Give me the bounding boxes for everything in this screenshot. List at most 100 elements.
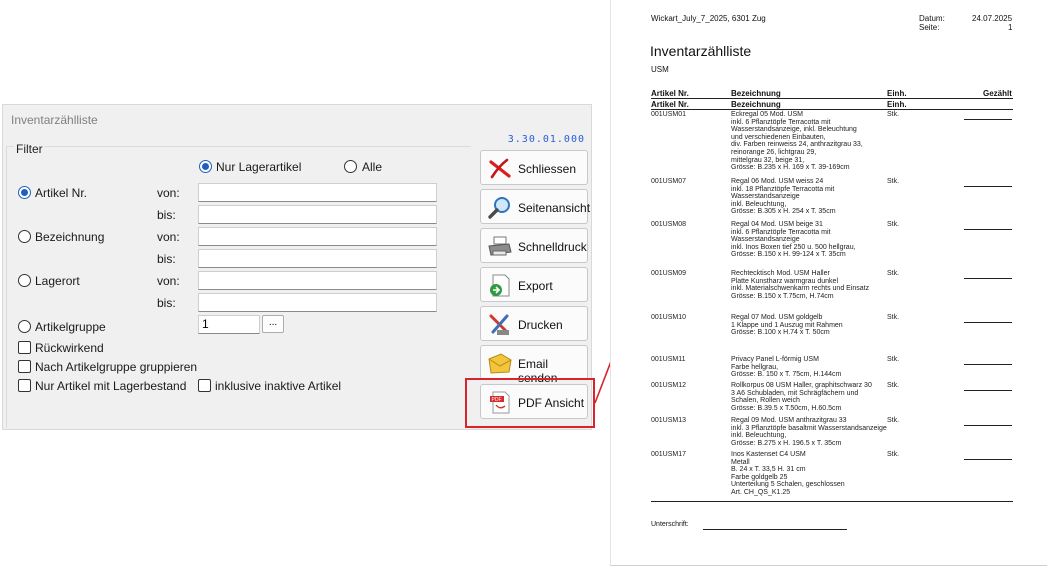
header-bezeichnung: Bezeichnung [731, 89, 781, 98]
header-rule [651, 98, 1013, 99]
item-bezeichnung-line: Grösse: B.39.5 x T.50cm, H.60.5cm [731, 404, 842, 412]
header-einh: Einh. [887, 89, 907, 98]
artikelgruppe-browse-button[interactable]: ... [262, 315, 284, 333]
item-einh: Stk. [887, 417, 900, 424]
item-gezaehlt-line [964, 390, 1012, 391]
bezeichnung-von-input[interactable] [198, 227, 437, 246]
bezeichnung-radio[interactable] [18, 230, 31, 243]
schliessen-button[interactable]: Schliessen [480, 150, 588, 185]
item-bezeichnung-line: Wasserstandsanzeige, inkl. Beleuchtung [731, 126, 857, 134]
report-datum-value: 24.07.2025 [972, 14, 1013, 23]
item-gezaehlt-line [964, 322, 1012, 323]
item-bezeichnung-line: Unterteilung 5 Schalen, geschlossen [731, 481, 845, 489]
unterschrift-label: Unterschrift: [651, 521, 689, 528]
item-artikel-nr: 001USM12 [651, 382, 687, 389]
seitenansicht-button[interactable]: Seitenansicht [480, 189, 591, 224]
dialog-title: Inventarzählliste [11, 113, 98, 127]
lagerort-radio[interactable] [18, 274, 31, 287]
artikel-von-input[interactable] [198, 183, 437, 202]
gruppieren-checkbox[interactable] [18, 360, 31, 373]
tools-icon [489, 314, 509, 335]
item-artikel-nr: 001USM11 [651, 356, 686, 363]
footer-rule [651, 501, 1013, 502]
item-bezeichnung: Inos Kastenset C4 USM Metall B. 24 x T. 33… [731, 451, 845, 497]
item-einh: Stk. [887, 451, 900, 458]
artikel-von-label: von: [157, 186, 180, 200]
item-bezeichnung-line: inkl. 6 Pflanztöpfe Terracotta mit [731, 118, 831, 126]
schnelldruck-button[interactable]: Schnelldruck [480, 228, 588, 263]
artikel-bis-input[interactable] [198, 205, 437, 224]
report-datum-label: Datum: [919, 14, 945, 23]
email-senden-button[interactable]: Email senden [480, 345, 588, 385]
drucken-label: Drucken [518, 318, 563, 332]
item-bezeichnung-line: Farbe goldgelb 25 [731, 473, 788, 481]
item-bezeichnung-line: Eckregal 05 Mod. USM [731, 111, 803, 118]
inaktive-label: inklusive inaktive Artikel [215, 379, 342, 393]
printer-icon [488, 236, 512, 256]
artikel-bis-label: bis: [157, 208, 176, 222]
item-gezaehlt-line [964, 229, 1012, 230]
item-bezeichnung: Regal 04 Mod. USM beige 31 inkl. 6 Pflanz… [731, 221, 856, 259]
export-button[interactable]: Export [480, 267, 588, 302]
item-einh: Stk. [887, 270, 900, 277]
item-bezeichnung-line: inkl. 6 Pflanztöpfe Terracotta mit [731, 228, 831, 236]
close-x-icon [489, 158, 511, 179]
item-bezeichnung-line: B. 24 x T. 33,5 H. 31 cm [731, 466, 806, 474]
version-label: 3.30.01.000 [507, 134, 585, 145]
item-bezeichnung-line: Regal 06 Mod. USM weiss 24 [731, 178, 824, 185]
item-bezeichnung-line: Grösse: B. 150 x T. 75cm, H.144cm [731, 371, 842, 379]
report-company: Wickart_July_7_2025, 6301 Zug [651, 14, 766, 23]
item-artikel-nr: 001USM07 [651, 178, 687, 185]
item-bezeichnung-line: Regal 07 Mod. USM goldgelb [731, 314, 823, 321]
alle-label: Alle [362, 160, 383, 174]
rueckwirkend-label: Rückwirkend [35, 341, 104, 355]
report-page: Wickart_July_7_2025, 6301 Zug Datum: 24.… [610, 0, 1047, 566]
item-bezeichnung: Rechtecktisch Mod. USM Haller Platte Kuns… [731, 270, 869, 300]
alle-radio[interactable] [344, 160, 357, 173]
report-subtitle: USM [651, 65, 669, 74]
item-artikel-nr: 001USM01 [651, 111, 687, 118]
schnelldruck-label: Schnelldruck [518, 240, 587, 254]
item-gezaehlt-line [964, 278, 1012, 279]
item-bezeichnung-line: inkl. Inos Boxen tief 250 u. 500 hellgra… [731, 243, 856, 251]
artikelgruppe-radio[interactable] [18, 320, 31, 333]
header-einh-2: Einh. [887, 100, 907, 109]
lagerort-von-label: von: [157, 274, 180, 288]
inaktive-checkbox[interactable] [198, 379, 211, 392]
item-bezeichnung-line: inkl. Beleuchtung, [731, 200, 787, 208]
item-bezeichnung-line: inkl. Beleuchtung, [731, 432, 787, 440]
item-bezeichnung-line: Grösse: B.275 x H. 196.5 x T. 35cm [731, 439, 842, 447]
item-bezeichnung-line: Rollkorpus 08 USM Haller, graphitschwarz… [731, 382, 872, 389]
item-bezeichnung-line: Grösse: B.100 x H.74 x T. 50cm [731, 329, 830, 337]
item-bezeichnung-line: mittelgrau 32, beige 31, [731, 156, 805, 164]
drucken-button[interactable]: Drucken [480, 306, 588, 341]
item-bezeichnung-line: Schalen, Rollen weich [731, 397, 800, 405]
artikelgruppe-input[interactable]: 1 [198, 315, 260, 334]
lagerort-von-input[interactable] [198, 271, 437, 290]
lagerort-bis-input[interactable] [198, 293, 437, 312]
unterschrift-line [703, 529, 847, 530]
item-artikel-nr: 001USM13 [651, 417, 687, 424]
item-artikel-nr: 001USM08 [651, 221, 687, 228]
item-einh: Stk. [887, 314, 900, 321]
nur-lagerartikel-radio[interactable] [199, 160, 212, 173]
item-bezeichnung-line: 3 A6 Schubladen, mit Schrägfächern und [731, 389, 859, 397]
rueckwirkend-checkbox[interactable] [18, 341, 31, 354]
artikel-nr-radio[interactable] [18, 186, 31, 199]
item-bezeichnung-line: Wasserstandsanzeige [731, 193, 800, 201]
item-bezeichnung-line: Farbe hellgrau, [731, 363, 779, 371]
lagerbestand-checkbox[interactable] [18, 379, 31, 392]
bezeichnung-bis-input[interactable] [198, 249, 437, 268]
export-icon [490, 274, 510, 297]
item-bezeichnung: Privacy Panel L-förmig USM Farbe hellgrau… [731, 356, 841, 379]
item-bezeichnung: Eckregal 05 Mod. USM inkl. 6 Pflanztöpfe … [731, 111, 863, 172]
item-bezeichnung: Regal 09 Mod. USM anthrazitgrau 33 inkl. … [731, 417, 887, 447]
item-einh: Stk. [887, 356, 900, 363]
item-bezeichnung-line: Wasserstandsanzeige [731, 236, 800, 244]
artikelgruppe-label: Artikelgruppe [35, 320, 106, 334]
item-bezeichnung-line: Grösse: B.150 x T.75cm, H.74cm [731, 292, 834, 300]
seitenansicht-label: Seitenansicht [518, 201, 591, 215]
item-gezaehlt-line [964, 459, 1012, 460]
item-bezeichnung-line: Platte Kunstharz warmgrau dunkel [731, 277, 838, 285]
envelope-icon [488, 353, 512, 374]
